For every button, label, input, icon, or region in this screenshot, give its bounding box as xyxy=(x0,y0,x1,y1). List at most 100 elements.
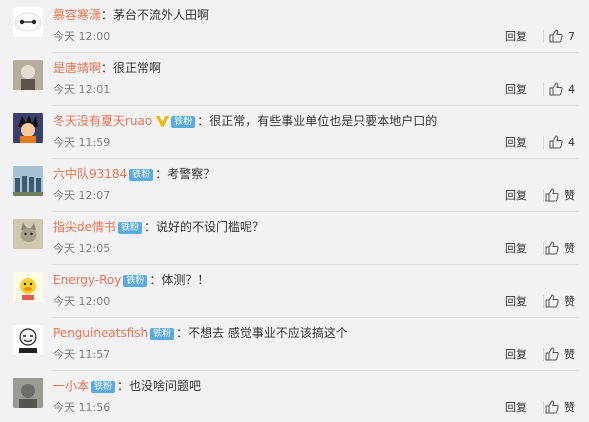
vip-v-icon xyxy=(156,114,170,132)
baymax-avatar-icon xyxy=(14,12,42,32)
like-button[interactable]: 赞 xyxy=(545,346,575,362)
fan-badge: 铁粉 xyxy=(129,169,154,181)
reply-button[interactable]: 回复 xyxy=(505,242,527,256)
avatar[interactable] xyxy=(13,325,43,355)
divider xyxy=(543,189,544,202)
like-button[interactable]: 赞 xyxy=(545,293,575,309)
avatar[interactable] xyxy=(13,219,43,249)
comment-line: 冬天没有夏天ruao 铁粉 ：很正常，有些事业单位也是只要本地户口的 xyxy=(53,112,437,130)
group-photo-avatar-icon xyxy=(13,166,43,196)
username-link[interactable]: 六中队93184 xyxy=(53,167,127,181)
like-count: 赞 xyxy=(564,189,575,202)
separator: ： xyxy=(117,379,130,393)
comment-text: 很正常啊 xyxy=(113,61,162,75)
timestamp: 今天 12:00 xyxy=(53,295,111,308)
comment-item: Penguineatsfish 铁粉 ：不想去 感觉事业不应该搞这个 今天 11:5… xyxy=(0,318,589,371)
meme-face-avatar-icon xyxy=(13,325,43,355)
separator: ： xyxy=(149,273,162,287)
fan-badge: 铁粉 xyxy=(123,275,148,287)
comment-line: Penguineatsfish 铁粉 ：不想去 感觉事业不应该搞这个 xyxy=(53,324,348,342)
comment-text: 茅台不流外人田啊 xyxy=(113,8,210,22)
like-count: 4 xyxy=(568,135,575,149)
divider xyxy=(543,348,544,361)
comment-list: 慕容寒潇：茅台不流外人田啊 今天 12:00 回复 7 是唐靖啊：很正常啊 今天… xyxy=(0,0,589,422)
cartoon-hero-avatar-icon xyxy=(13,113,43,143)
thumbs-up-icon xyxy=(545,241,559,255)
avatar[interactable] xyxy=(13,378,43,408)
like-count: 赞 xyxy=(564,348,575,361)
like-button[interactable]: 赞 xyxy=(545,240,575,256)
timestamp: 今天 11:59 xyxy=(53,136,111,149)
timestamp: 今天 12:05 xyxy=(53,242,111,255)
like-count: 4 xyxy=(568,82,575,96)
comment-line: Energy-Roy 铁粉 ：体测？！ xyxy=(53,271,209,289)
separator: ： xyxy=(155,167,168,181)
like-count: 赞 xyxy=(564,295,575,308)
thumbs-up-icon xyxy=(545,188,559,202)
like-count: 赞 xyxy=(564,401,575,414)
thumbs-up-icon xyxy=(549,82,563,96)
comment-line: 六中队93184 铁粉 ：考警察？ xyxy=(53,165,215,183)
fan-badge: 铁粉 xyxy=(118,222,143,234)
timestamp: 今天 12:07 xyxy=(53,189,111,202)
avatar[interactable] xyxy=(13,113,43,143)
reply-button[interactable]: 回复 xyxy=(505,136,527,150)
thumbs-up-icon xyxy=(545,347,559,361)
comment-item: 冬天没有夏天ruao 铁粉 ：很正常，有些事业单位也是只要本地户口的 今天 11:5… xyxy=(0,106,589,159)
comment-text: 很正常，有些事业单位也是只要本地户口的 xyxy=(209,114,438,128)
like-count: 赞 xyxy=(564,242,575,255)
comment-text: 说好的不设门槛呢？ xyxy=(156,220,265,234)
divider xyxy=(543,242,544,255)
reply-button[interactable]: 回复 xyxy=(505,189,527,203)
divider xyxy=(543,401,544,414)
like-button[interactable]: 赞 xyxy=(545,399,575,415)
reply-button[interactable]: 回复 xyxy=(505,401,527,415)
like-button[interactable]: 4 xyxy=(549,81,575,97)
timestamp: 今天 11:56 xyxy=(53,401,111,414)
avatar[interactable] xyxy=(13,60,43,90)
fan-badge: 铁粉 xyxy=(91,381,116,393)
cat-avatar-icon xyxy=(13,219,43,249)
like-button[interactable]: 7 xyxy=(549,28,575,44)
like-count: 7 xyxy=(568,29,575,43)
comment-text: 考警察？ xyxy=(167,167,216,181)
comment-item: 一小本 铁粉 ：也没啥问题吧 今天 11:56 回复 赞 xyxy=(0,371,589,422)
timestamp: 今天 12:00 xyxy=(53,30,111,43)
comment-line: 指尖de情书 铁粉 ：说好的不设门槛呢？ xyxy=(53,218,264,236)
fan-badge: 铁粉 xyxy=(150,328,175,340)
comment-text: 也没啥问题吧 xyxy=(129,379,202,393)
avatar[interactable] xyxy=(13,166,43,196)
avatar[interactable] xyxy=(13,7,43,37)
separator: ： xyxy=(176,326,189,340)
thumbs-up-icon xyxy=(545,400,559,414)
divider xyxy=(543,136,544,149)
reply-button[interactable]: 回复 xyxy=(505,83,527,97)
avatar[interactable] xyxy=(13,272,43,302)
comment-line: 一小本 铁粉 ：也没啥问题吧 xyxy=(53,377,201,395)
separator: ： xyxy=(144,220,157,234)
username-link[interactable]: 指尖de情书 xyxy=(53,220,116,234)
gray-photo-avatar-icon xyxy=(13,378,43,408)
separator: ： xyxy=(197,114,210,128)
comment-item: Energy-Roy 铁粉 ：体测？！ 今天 12:00 回复 赞 xyxy=(0,265,589,318)
timestamp: 今天 11:57 xyxy=(53,348,111,361)
like-button[interactable]: 4 xyxy=(549,134,575,150)
username-link[interactable]: 一小本 xyxy=(53,379,89,393)
reply-button[interactable]: 回复 xyxy=(505,348,527,362)
username-link[interactable]: 冬天没有夏天ruao xyxy=(53,114,152,128)
username-link[interactable]: 慕容寒潇 xyxy=(53,8,101,22)
username-link[interactable]: Penguineatsfish xyxy=(53,326,148,340)
thumbs-up-icon xyxy=(549,29,563,43)
reply-button[interactable]: 回复 xyxy=(505,30,527,44)
username-link[interactable]: Energy-Roy xyxy=(53,273,121,287)
separator: ： xyxy=(101,8,114,22)
thumbs-up-icon xyxy=(545,294,559,308)
comment-text: 体测？！ xyxy=(161,273,210,287)
like-button[interactable]: 赞 xyxy=(545,187,575,203)
comment-item: 是唐靖啊：很正常啊 今天 12:01 回复 4 xyxy=(0,53,589,106)
username-link[interactable]: 是唐靖啊 xyxy=(53,61,101,75)
thumbs-up-icon xyxy=(549,135,563,149)
divider xyxy=(543,30,544,43)
timestamp: 今天 12:01 xyxy=(53,83,111,96)
reply-button[interactable]: 回复 xyxy=(505,295,527,309)
